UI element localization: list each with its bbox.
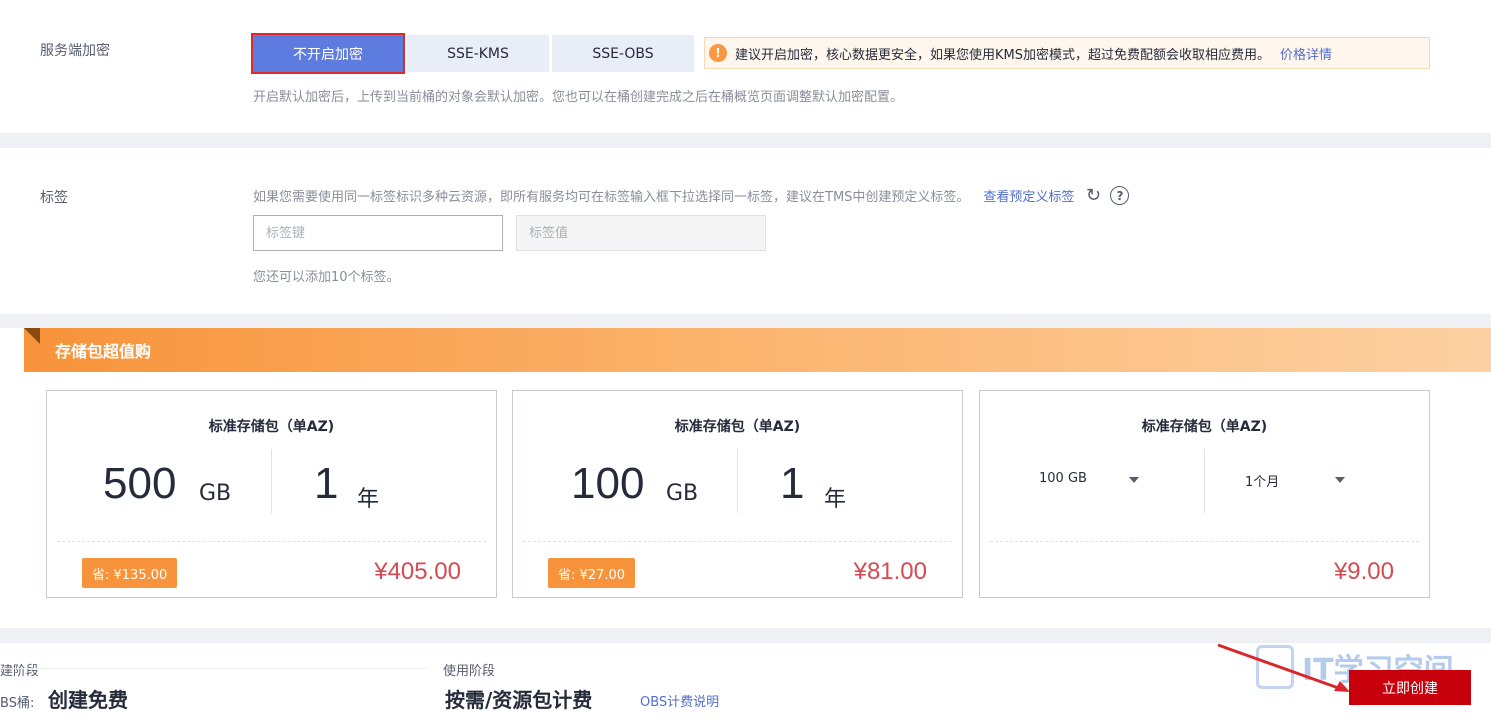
encryption-tabs: 不开启加密 SSE-KMS SSE-OBS [251,33,697,74]
packages-banner [24,328,1491,372]
card-divider [737,449,738,513]
card-divider [271,449,272,513]
package-size: 500 [103,459,177,508]
tab-sse-obs[interactable]: SSE-OBS [552,35,694,72]
warning-icon: ! [709,44,727,62]
savings-badge: 省: ¥135.00 [82,558,178,588]
billing-info-link[interactable]: OBS计费说明 [640,691,719,710]
usage-phase-value: 按需/资源包计费 [445,688,593,712]
size-select[interactable]: 100 GB [1039,471,1087,486]
encryption-warning: ! 建议开启加密，核心数据更安全，如果您使用KMS加密模式，超过免费配额会收取相… [704,37,1430,69]
package-price: ¥81.00 [853,558,927,585]
chevron-down-icon[interactable] [1335,477,1345,483]
create-phase-prefix: BS桶: [0,696,35,711]
package-card-title: 标准存储包（单AZ) [674,419,801,435]
card-separator [57,541,486,542]
chevron-down-icon[interactable] [1129,477,1139,483]
duration-select[interactable]: 1个月 [1245,471,1279,490]
package-card-title: 标准存储包（单AZ) [1141,419,1268,435]
phase-separator [0,668,428,669]
package-duration-unit: 年 [824,487,847,512]
refresh-icon[interactable]: ↻ [1084,185,1102,206]
package-duration-unit: 年 [357,487,380,512]
tab-no-encryption[interactable]: 不开启加密 [251,33,405,74]
create-now-button[interactable]: 立即创建 [1349,670,1471,705]
encryption-hint: 开启默认加密后，上传到当前桶的对象会默认加密。您也可以在桶创建完成之后在桶概览页… [253,90,904,105]
price-details-link[interactable]: 价格详情 [1280,44,1332,63]
package-price: ¥405.00 [374,558,461,585]
tags-description-row: 如果您需要使用同一标签标识多种云资源，即所有服务均可在标签输入框下拉选择同一标签… [253,185,1130,206]
tab-sse-kms[interactable]: SSE-KMS [407,35,549,72]
package-duration: 1 [780,459,805,508]
tags-remaining-hint: 您还可以添加10个标签。 [253,270,400,285]
encryption-label: 服务端加密 [40,43,110,59]
package-size: 100 [571,459,645,508]
create-phase-value: 创建免费 [48,688,128,712]
savings-badge: 省: ¥27.00 [548,558,635,588]
package-size-unit: GB [199,481,232,506]
usage-phase-label: 使用阶段 [443,664,496,679]
package-card-100gb[interactable]: 标准存储包（单AZ) 100 GB 1 年 省: ¥27.00 ¥81.00 [512,390,963,598]
package-duration: 1 [314,459,339,508]
help-icon[interactable]: ? [1110,186,1130,205]
package-card-custom[interactable]: 标准存储包（单AZ) 100 GB 1个月 ¥9.00 [979,390,1430,598]
tag-value-input[interactable] [516,215,766,251]
tags-description: 如果您需要使用同一标签标识多种云资源，即所有服务均可在标签输入框下拉选择同一标签… [253,190,970,205]
card-divider [1204,449,1205,513]
package-size-unit: GB [666,481,699,506]
packages-banner-title: 存储包超值购 [55,342,152,361]
tag-key-input[interactable] [253,215,503,251]
annotation-arrow-icon [1217,643,1350,692]
warning-text: 建议开启加密，核心数据更安全，如果您使用KMS加密模式，超过免费配额会收取相应费… [735,47,1270,63]
create-phase-label: 建阶段 [0,664,40,679]
banner-corner-fold [24,328,40,344]
package-price: ¥9.00 [1333,558,1394,585]
package-card-title: 标准存储包（单AZ) [208,419,335,435]
card-separator [990,541,1419,542]
tags-label: 标签 [40,190,68,206]
predefined-tags-link[interactable]: 查看预定义标签 [983,186,1074,205]
package-card-500gb[interactable]: 标准存储包（单AZ) 500 GB 1 年 省: ¥135.00 ¥405.00 [46,390,497,598]
card-separator [523,541,952,542]
